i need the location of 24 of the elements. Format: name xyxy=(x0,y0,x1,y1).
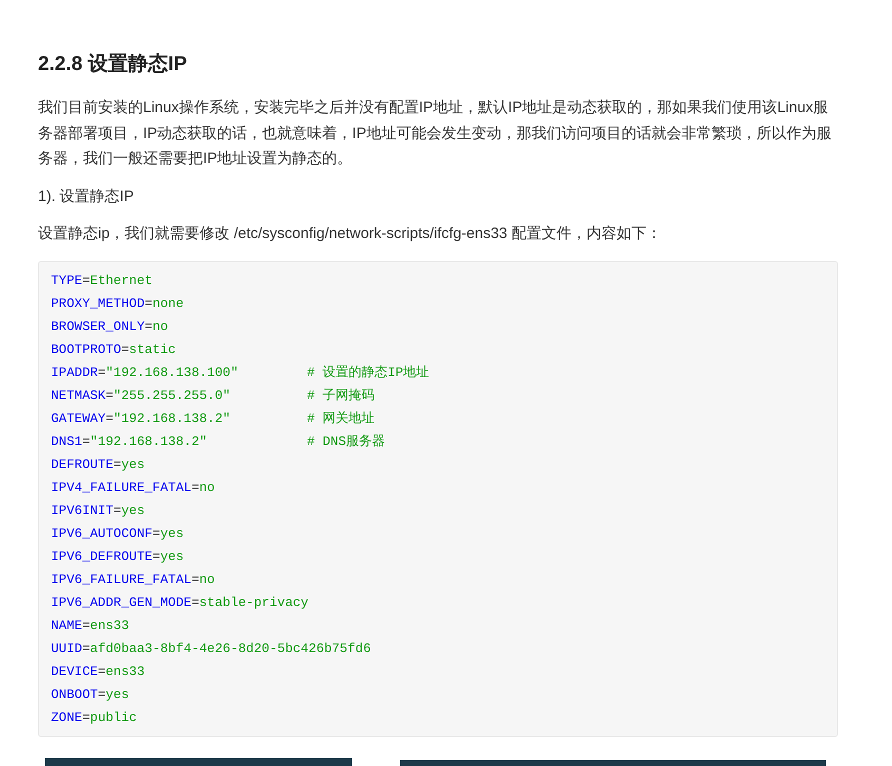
code-line: IPV6_DEFROUTE=yes xyxy=(51,548,184,566)
section-heading: 2.2.8 设置静态IP xyxy=(38,52,187,77)
code-line: GATEWAY="192.168.138.2" # 网关地址 xyxy=(51,410,375,428)
code-line: IPV6_AUTOCONF=yes xyxy=(51,524,184,542)
code-line: BOOTPROTO=static xyxy=(51,340,176,358)
code-line: IPV6INIT=yes xyxy=(51,502,145,520)
code-line: TYPE=Ethernet xyxy=(51,272,152,290)
code-line: IPV6_FAILURE_FATAL=no xyxy=(51,570,215,588)
code-line: ONBOOT=yes xyxy=(51,686,130,704)
code-line: UUID=afd0baa3-8bf4-4e26-8d20-5bc426b75fd6 xyxy=(51,640,371,658)
step-title: 1). 设置静态IP xyxy=(38,186,134,206)
code-line: PROXY_METHOD=none xyxy=(51,294,184,312)
code-line: IPV6_ADDR_GEN_MODE=stable-privacy xyxy=(51,594,308,612)
code-line: BROWSER_ONLY=no xyxy=(51,318,168,336)
code-line: DEFROUTE=yes xyxy=(51,456,145,474)
code-line: IPV4_FAILURE_FATAL=no xyxy=(51,478,215,496)
code-line: DEVICE=ens33 xyxy=(51,662,145,680)
code-line: NETMASK="255.255.255.0" # 子网掩码 xyxy=(51,386,375,404)
code-line: NAME=ens33 xyxy=(51,616,130,634)
code-line: ZONE=public xyxy=(51,708,137,726)
intro-paragraph: 我们目前安装的Linux操作系统，安装完毕之后并没有配置IP地址，默认IP地址是动态获取的，那如果我们使用该Linux服务器部署项目，IP动态获取的话，也就意味着，IP地址可能会发生变动，那我们访问项目的话就会非常繁琐，所以作为服务器，我们一般还需要把IP地址设置为静态的。 xyxy=(38,98,832,169)
instruction-text: 设置静态ip，我们就需要修改 /etc/sysconfig/network-scripts/ifcfg-ens33 配置文件，内容如下： xyxy=(38,224,662,244)
code-line: DNS1="192.168.138.2" # DNS服务器 xyxy=(51,432,386,450)
code-line: IPADDR="192.168.138.100" # 设置的静态IP地址 xyxy=(51,364,430,382)
